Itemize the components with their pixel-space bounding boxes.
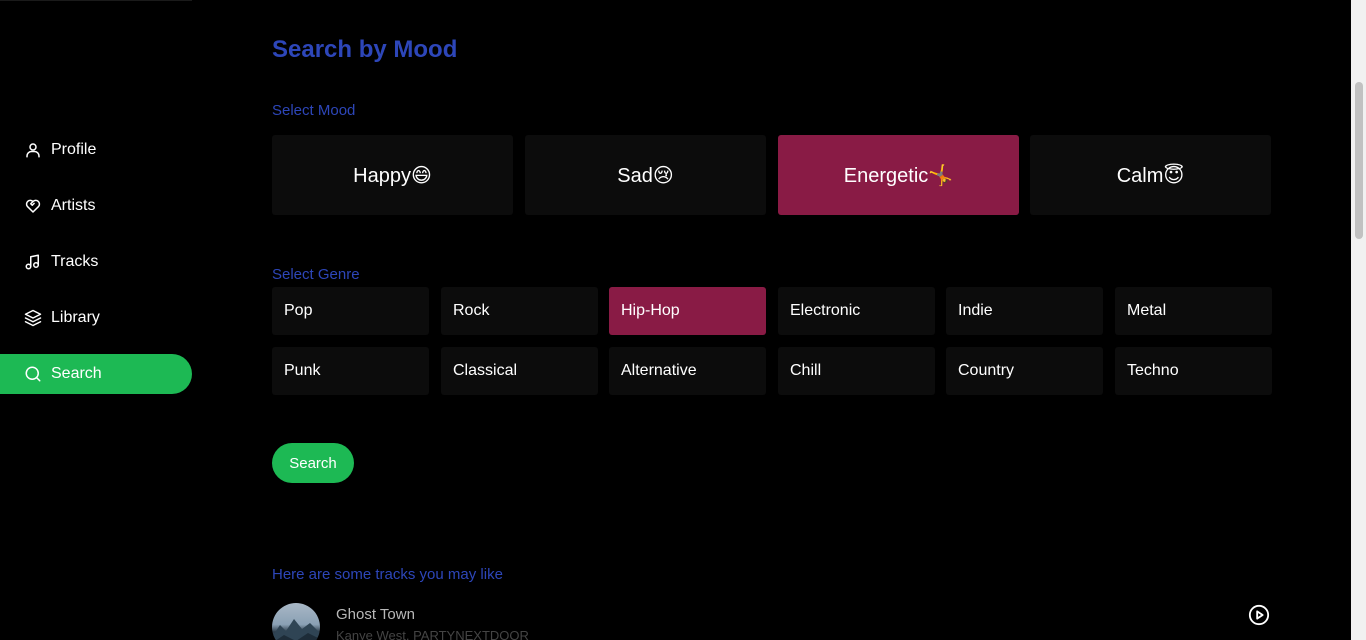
mood-option-sad[interactable]: Sad😢	[525, 135, 766, 215]
genre-option-punk[interactable]: Punk	[272, 347, 429, 395]
mood-option-happy[interactable]: Happy😄	[272, 135, 513, 215]
sidebar-item-label: Search	[51, 365, 102, 382]
sidebar-item-search[interactable]: Search	[0, 354, 192, 394]
genre-option-electronic[interactable]: Electronic	[778, 287, 935, 335]
genre-option-indie[interactable]: Indie	[946, 287, 1103, 335]
user-icon	[24, 141, 42, 159]
genre-section-label: Select Genre	[272, 266, 360, 283]
sidebar-item-label: Library	[51, 309, 100, 326]
genre-option-techno[interactable]: Techno	[1115, 347, 1272, 395]
sidebar-item-label: Artists	[51, 197, 96, 214]
genre-option-metal[interactable]: Metal	[1115, 287, 1272, 335]
sidebar-top-divider	[0, 0, 192, 1]
heart-icon	[24, 197, 42, 215]
genre-option-alternative[interactable]: Alternative	[609, 347, 766, 395]
genre-option-rock[interactable]: Rock	[441, 287, 598, 335]
app-root: Profile Artists Tracks Library Search Se…	[0, 0, 1366, 640]
sidebar-item-library[interactable]: Library	[0, 298, 192, 338]
mood-option-calm[interactable]: Calm😇	[1030, 135, 1271, 215]
genre-option-country[interactable]: Country	[946, 347, 1103, 395]
layers-icon	[24, 309, 42, 327]
page-title: Search by Mood	[272, 36, 458, 63]
track-title: Ghost Town	[336, 606, 415, 623]
music-note-icon	[24, 253, 42, 271]
track-artist: Kanye West, PARTYNEXTDOOR	[336, 628, 529, 640]
sidebar-item-profile[interactable]: Profile	[0, 130, 192, 170]
scrollbar-thumb[interactable]	[1355, 82, 1363, 239]
track-row[interactable]: Ghost Town Kanye West, PARTYNEXTDOOR	[272, 598, 1271, 640]
genre-option-classical[interactable]: Classical	[441, 347, 598, 395]
search-icon	[24, 365, 42, 383]
mood-section-label: Select Mood	[272, 102, 356, 119]
genre-option-pop[interactable]: Pop	[272, 287, 429, 335]
genre-option-chill[interactable]: Chill	[778, 347, 935, 395]
album-art	[272, 603, 320, 640]
play-icon[interactable]	[1248, 604, 1270, 626]
sidebar-item-label: Profile	[51, 141, 97, 158]
mood-option-energetic[interactable]: Energetic🤸	[778, 135, 1019, 215]
search-button[interactable]: Search	[272, 443, 354, 483]
sidebar-item-artists[interactable]: Artists	[0, 186, 192, 226]
sidebar-item-label: Tracks	[51, 253, 99, 270]
genre-option-hip-hop[interactable]: Hip-Hop	[609, 287, 766, 335]
recommendations-label: Here are some tracks you may like	[272, 566, 503, 583]
sidebar-item-tracks[interactable]: Tracks	[0, 242, 192, 282]
sidebar: Profile Artists Tracks Library Search	[0, 0, 192, 640]
scrollbar[interactable]	[1351, 0, 1366, 640]
